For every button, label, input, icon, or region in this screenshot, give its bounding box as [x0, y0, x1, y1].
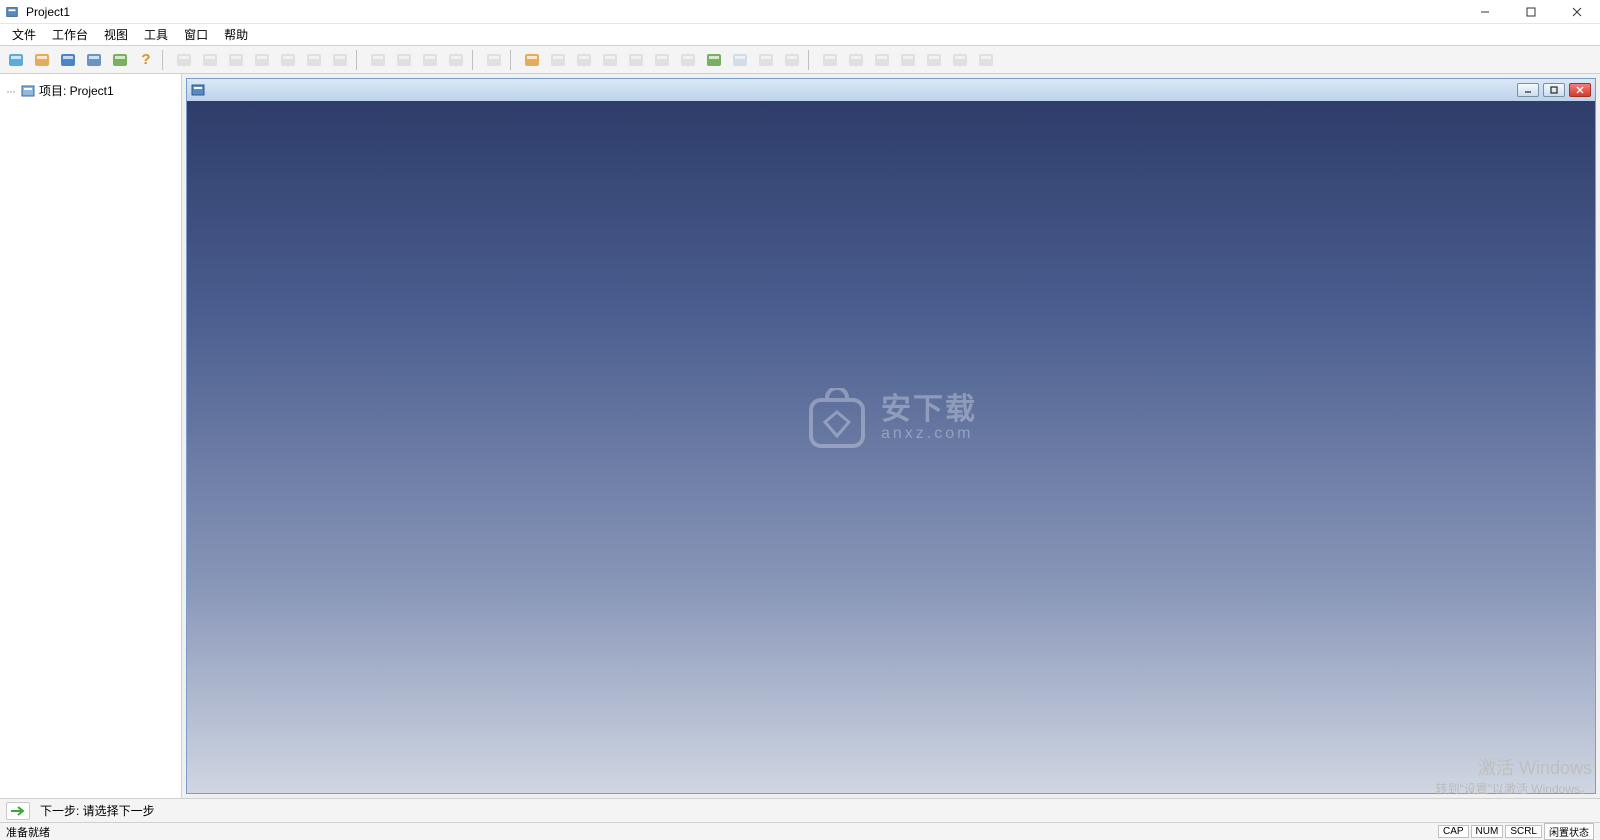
minimize-button[interactable]	[1462, 0, 1508, 24]
window-controls	[1462, 0, 1600, 24]
menu-workbench[interactable]: 工作台	[44, 24, 96, 45]
viewport-titlebar[interactable]	[187, 79, 1595, 101]
tree-connector-icon: ···	[6, 84, 15, 98]
app-icon	[4, 4, 20, 20]
close-button[interactable]	[1554, 0, 1600, 24]
viewport-minimize-button[interactable]	[1517, 83, 1539, 97]
zoom-out-icon	[224, 48, 248, 72]
statusbar: 准备就绪 CAP NUM SCRL 闲置状态	[0, 822, 1600, 840]
new-icon[interactable]	[4, 48, 28, 72]
zoom-in-icon	[198, 48, 222, 72]
menubar: 文件 工作台 视图 工具 窗口 帮助	[0, 24, 1600, 46]
viewport-window: 安下载 anxz.com	[186, 78, 1596, 794]
copy-icon	[844, 48, 868, 72]
axis-icon	[250, 48, 274, 72]
table-icon	[948, 48, 972, 72]
activation-line1: 激活 Windows	[1435, 756, 1592, 781]
indicator-num: NUM	[1471, 825, 1504, 838]
tree-root-item[interactable]: ··· 项目: Project1	[4, 80, 177, 101]
layers-icon	[754, 48, 778, 72]
project-icon	[21, 84, 35, 98]
path-icon	[598, 48, 622, 72]
toolbar-separator	[808, 50, 814, 70]
indicator-cap: CAP	[1438, 825, 1469, 838]
filter-icon	[482, 48, 506, 72]
viewport-close-button[interactable]	[1569, 83, 1591, 97]
box-icon	[366, 48, 390, 72]
watermark-subtext: anxz.com	[881, 425, 977, 443]
camera-icon[interactable]	[82, 48, 106, 72]
window-title: Project1	[26, 5, 70, 19]
grid-icon	[328, 48, 352, 72]
grid2-icon	[818, 48, 842, 72]
contact-icon	[624, 48, 648, 72]
status-text: 准备就绪	[6, 824, 50, 840]
watermark-text: 安下载	[881, 395, 977, 425]
viewport-app-icon	[191, 83, 205, 97]
mdi-area: 安下载 anxz.com 激活 Windows 转到"设置"以激活 Window…	[182, 74, 1600, 798]
nextstep-text: 下一步: 请选择下一步	[40, 802, 155, 819]
toolbar-separator	[472, 50, 478, 70]
main-area: ··· 项目: Project1	[0, 74, 1600, 798]
mesh-icon	[392, 48, 416, 72]
cut-icon	[172, 48, 196, 72]
pillar-icon	[676, 48, 700, 72]
folder2-icon[interactable]	[520, 48, 544, 72]
viewport-3d[interactable]: 安下载 anxz.com	[187, 101, 1595, 793]
save-icon[interactable]	[56, 48, 80, 72]
rows-icon	[922, 48, 946, 72]
watermark-logo-icon	[805, 388, 869, 450]
help-icon[interactable]: ?	[134, 48, 158, 72]
chain-icon	[572, 48, 596, 72]
columns-icon	[870, 48, 894, 72]
fit-icon	[302, 48, 326, 72]
viewport-maximize-button[interactable]	[1543, 83, 1565, 97]
arrow-right-icon	[10, 805, 26, 817]
project-tree: ··· 项目: Project1	[0, 74, 182, 798]
toolbar: ?	[0, 46, 1600, 74]
windows-activation-notice: 激活 Windows 转到"设置"以激活 Windows。	[1435, 756, 1592, 798]
slab-icon	[780, 48, 804, 72]
menu-file[interactable]: 文件	[4, 24, 44, 45]
search-icon	[444, 48, 468, 72]
viewport-window-controls	[1517, 83, 1591, 97]
move-icon	[276, 48, 300, 72]
dim-icon	[974, 48, 998, 72]
toolbar-separator	[356, 50, 362, 70]
maximize-button[interactable]	[1508, 0, 1554, 24]
refresh-icon[interactable]	[108, 48, 132, 72]
open-folder-icon[interactable]	[30, 48, 54, 72]
toolbar-separator	[510, 50, 516, 70]
panel-icon[interactable]	[702, 48, 726, 72]
menu-window[interactable]: 窗口	[176, 24, 216, 45]
measure-icon	[418, 48, 442, 72]
nextstep-button[interactable]	[6, 802, 30, 820]
indicator-scrl: SCRL	[1505, 825, 1542, 838]
watermark: 安下载 anxz.com	[805, 388, 977, 450]
activation-line2: 转到"设置"以激活 Windows。	[1435, 781, 1592, 798]
indicator-idle: 闲置状态	[1544, 823, 1594, 840]
bridge-icon	[650, 48, 674, 72]
link-icon	[546, 48, 570, 72]
tiles-icon	[896, 48, 920, 72]
tree-root-label: 项目: Project1	[39, 82, 114, 99]
titlebar: Project1	[0, 0, 1600, 24]
menu-tools[interactable]: 工具	[136, 24, 176, 45]
menu-help[interactable]: 帮助	[216, 24, 256, 45]
toolbar-separator	[162, 50, 168, 70]
stack-icon	[728, 48, 752, 72]
nextstep-bar: 下一步: 请选择下一步	[0, 798, 1600, 822]
menu-view[interactable]: 视图	[96, 24, 136, 45]
